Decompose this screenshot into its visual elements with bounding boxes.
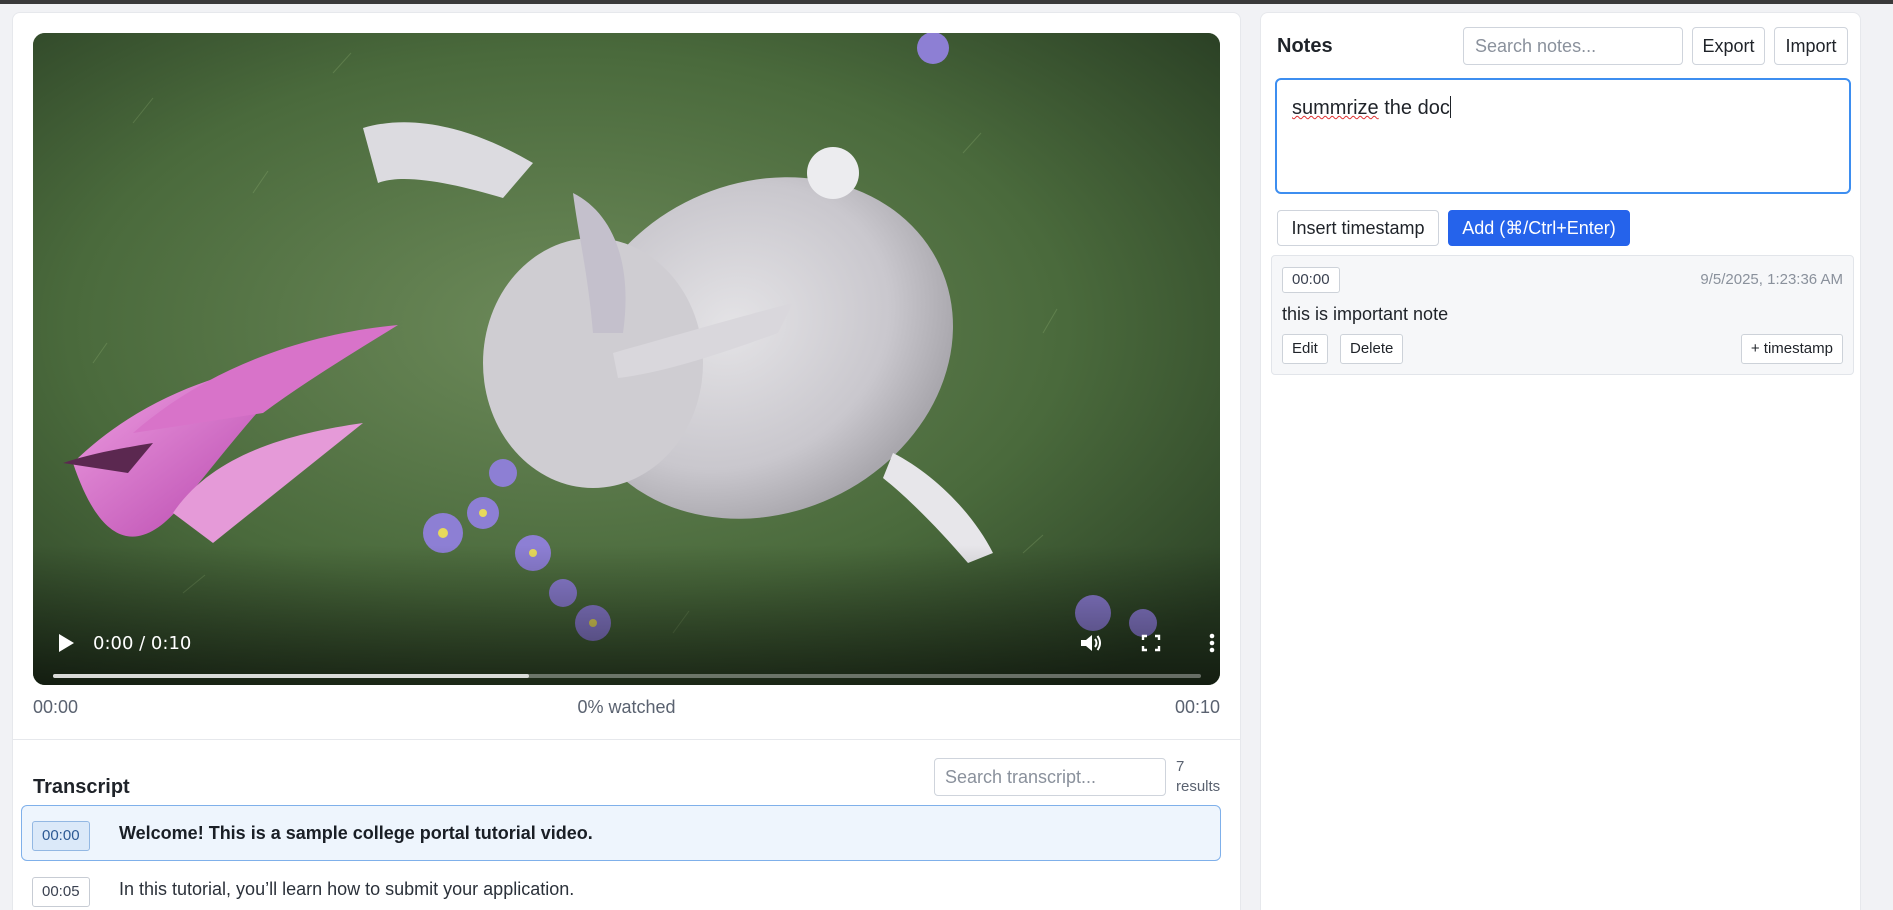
video-player[interactable]: 0:00 / 0:10 <box>33 33 1220 685</box>
note-timestamp[interactable]: 00:00 <box>1282 267 1340 293</box>
watch-progress-row: 00:00 0% watched 00:10 <box>33 697 1220 719</box>
text-caret <box>1449 96 1451 118</box>
transcript-results-count: 7 results <box>1176 758 1221 795</box>
insert-timestamp-button[interactable]: Insert timestamp <box>1277 210 1439 246</box>
controls-overlay <box>33 545 1220 685</box>
seek-bar[interactable] <box>53 674 1201 678</box>
play-icon[interactable] <box>55 631 77 655</box>
note-text: this is important note <box>1282 304 1449 324</box>
divider <box>13 739 1240 740</box>
more-options-icon[interactable] <box>1199 631 1220 655</box>
add-note-button[interactable]: Add (⌘/Ctrl+Enter) <box>1448 210 1630 246</box>
note-draft-misspelled-word: summrize <box>1292 97 1379 119</box>
transcript-row[interactable]: 00:00 Welcome! This is a sample college … <box>21 805 1221 861</box>
transcript-search-input[interactable] <box>934 758 1166 796</box>
watched-percent: 0% watched <box>577 697 676 717</box>
window-top-edge <box>0 0 1893 4</box>
note-card: 00:00 9/5/2025, 1:23:36 AM this is impor… <box>1271 255 1854 375</box>
transcript-timestamp[interactable]: 00:00 <box>32 821 90 851</box>
notes-title: Notes <box>1277 35 1333 57</box>
transcript-text: Welcome! This is a sample college portal… <box>119 823 593 843</box>
notes-search-input[interactable] <box>1463 27 1683 65</box>
seek-buffered <box>53 674 530 678</box>
player-panel: 0:00 / 0:10 00:00 0% watched 00:10 Trans… <box>12 12 1241 910</box>
note-textarea[interactable]: summrize the doc <box>1275 78 1851 194</box>
transcript-title: Transcript <box>33 776 130 798</box>
notes-panel: Notes Export Import summrize the doc Ins… <box>1260 12 1861 910</box>
import-button[interactable]: Import <box>1774 27 1848 65</box>
end-time: 00:10 <box>1174 697 1220 717</box>
add-timestamp-button[interactable]: + timestamp <box>1740 334 1843 364</box>
transcript-text: In this tutorial, you’ll learn how to su… <box>119 879 575 899</box>
note-date: 9/5/2025, 1:23:36 AM <box>1700 271 1843 288</box>
fullscreen-icon[interactable] <box>1138 631 1164 655</box>
delete-note-button[interactable]: Delete <box>1340 334 1404 364</box>
transcript-timestamp[interactable]: 00:05 <box>32 877 90 907</box>
export-button[interactable]: Export <box>1692 27 1765 65</box>
transcript-list: 00:00 Welcome! This is a sample college … <box>21 805 1221 910</box>
note-draft-text: the doc <box>1378 97 1450 119</box>
edit-note-button[interactable]: Edit <box>1282 334 1328 364</box>
transcript-row[interactable]: 00:05 In this tutorial, you’ll learn how… <box>21 861 1221 910</box>
volume-icon[interactable] <box>1078 631 1104 655</box>
video-time-display: 0:00 / 0:10 <box>93 633 192 654</box>
